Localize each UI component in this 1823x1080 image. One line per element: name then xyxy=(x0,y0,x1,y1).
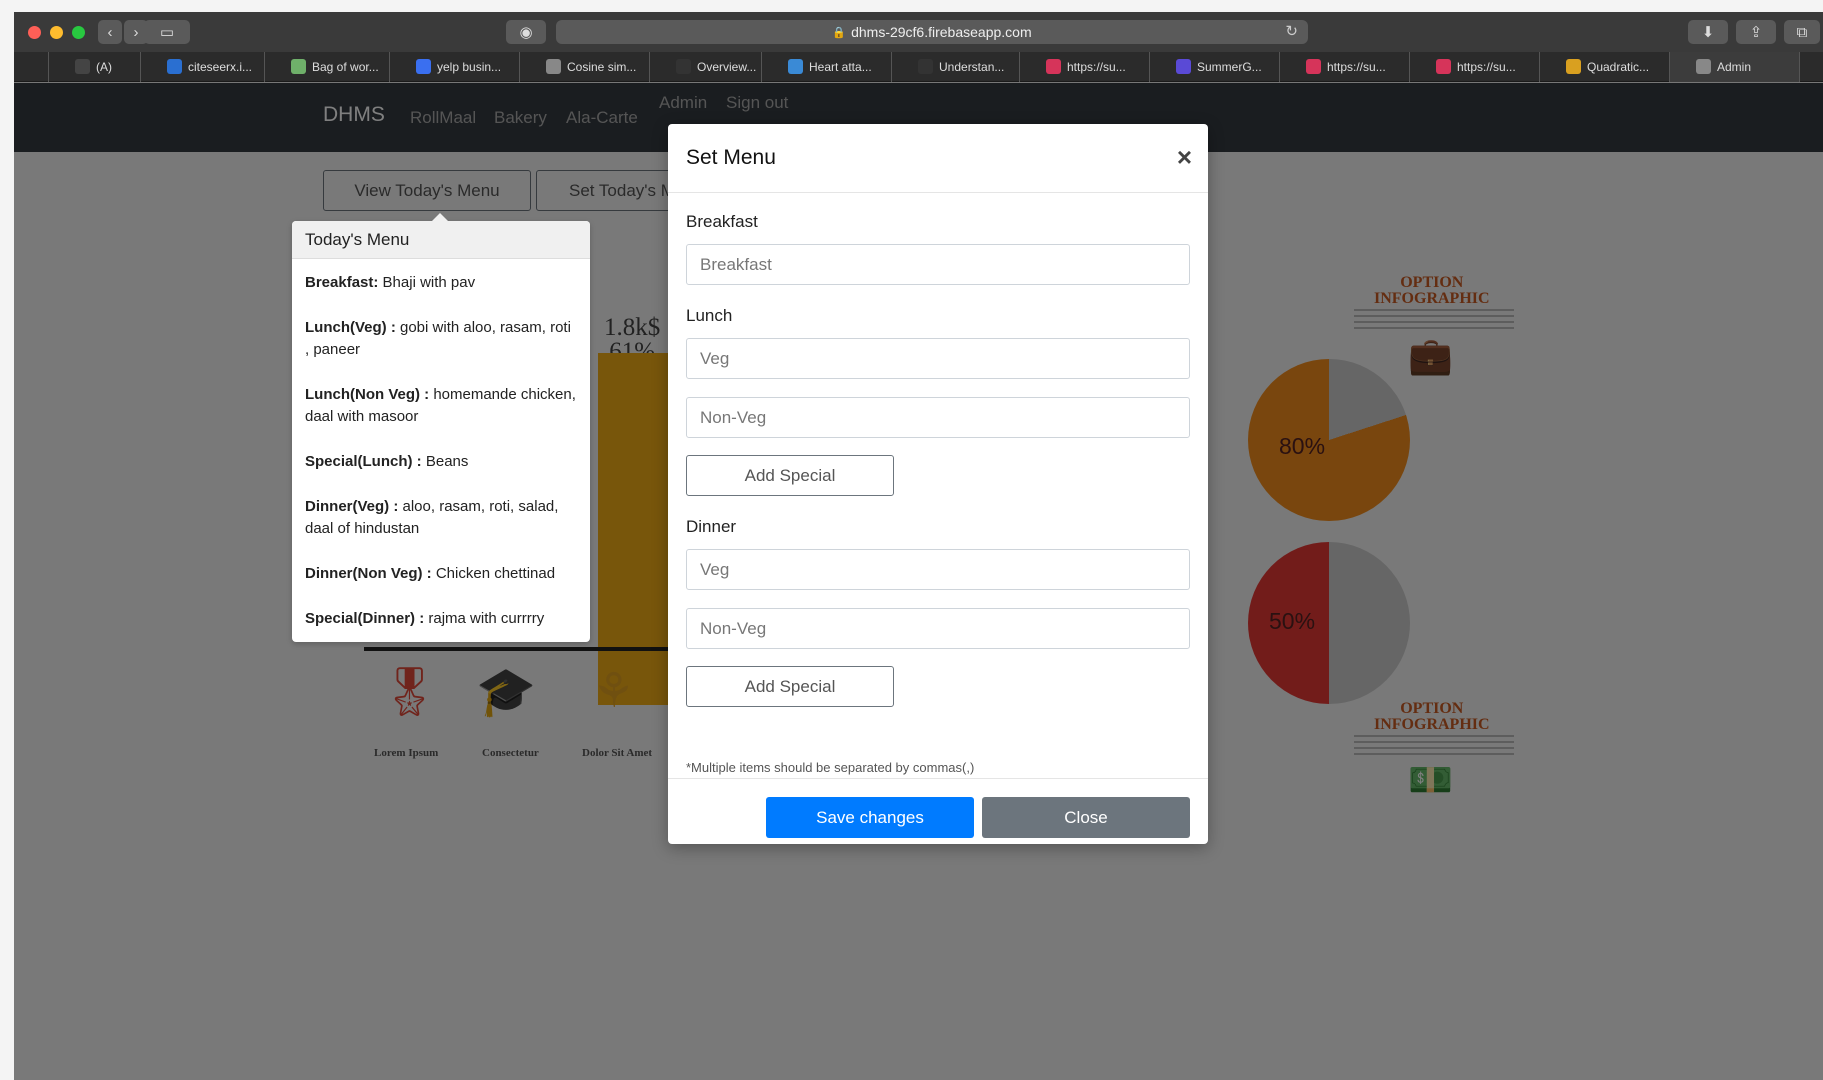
bookmark-favicon-icon xyxy=(1436,59,1451,74)
bookmark-favicon-icon xyxy=(676,59,691,74)
menu-item-dinner-non-veg: Dinner(Non Veg) : Chicken chettinad xyxy=(305,565,556,582)
menu-item-special-dinner: Special(Dinner) : rajma with currrry xyxy=(305,610,545,627)
sidebar-toggle-icon[interactable]: ▭ xyxy=(144,20,190,44)
bookmark-label: yelp busin... xyxy=(437,59,502,74)
save-changes-button[interactable]: Save changes xyxy=(766,797,974,838)
bookmark-label: Quadratic... xyxy=(1587,59,1650,74)
bookmark-item[interactable]: (A) xyxy=(49,51,141,82)
zoom-window-icon[interactable] xyxy=(72,26,85,39)
share-icon[interactable]: ⇪ xyxy=(1736,20,1776,44)
lock-icon: 🔒 xyxy=(832,26,847,39)
bookmark-favicon-icon xyxy=(1176,59,1191,74)
close-window-icon[interactable] xyxy=(28,26,41,39)
bookmark-item[interactable]: SummerG... xyxy=(1150,51,1280,82)
modal-header: Set Menu × xyxy=(668,124,1208,193)
bookmarks-bar: (A) citeseerx.i... Bag of wor... yelp busin… xyxy=(14,51,1823,82)
browser-titlebar: ‹ › ▭ ◉ 🔒 dhms-29cf6.firebaseapp.com ↻ ⬇… xyxy=(14,12,1823,52)
set-menu-modal: Set Menu × Breakfast Lunch Add Special D… xyxy=(668,124,1208,844)
reload-icon[interactable]: ↻ xyxy=(1285,22,1298,40)
bookmark-favicon-icon xyxy=(546,59,561,74)
downloads-icon[interactable]: ⬇ xyxy=(1688,20,1728,44)
menu-item-breakfast: Breakfast: Bhaji with pav xyxy=(305,274,476,291)
menu-item-lunch-veg: Lunch(Veg) : gobi with aloo, rasam, roti… xyxy=(305,319,571,358)
bookmark-label: Heart atta... xyxy=(809,59,872,74)
bookmark-item[interactable]: Bag of wor... xyxy=(265,51,390,82)
breakfast-input[interactable] xyxy=(686,244,1190,285)
todays-menu-popover: Today's Menu Breakfast: Bhaji with pav L… xyxy=(292,213,590,642)
bookmark-label: (A) xyxy=(96,59,112,74)
bookmark-item[interactable]: https://su... xyxy=(1410,51,1540,82)
bookmark-label: Cosine sim... xyxy=(567,59,637,74)
bookmark-label: https://su... xyxy=(1457,59,1516,74)
bookmark-item[interactable]: Quadratic... xyxy=(1540,51,1670,82)
bookmark-label: Understan... xyxy=(939,59,1005,74)
add-special-lunch-button[interactable]: Add Special xyxy=(686,455,894,496)
bookmark-label: Admin xyxy=(1717,59,1752,74)
minimize-window-icon[interactable] xyxy=(50,26,63,39)
bookmark-label: https://su... xyxy=(1067,59,1126,74)
modal-title: Set Menu xyxy=(686,146,776,169)
bookmark-item[interactable]: https://su... xyxy=(1020,51,1150,82)
bookmark-favicon-icon xyxy=(1306,59,1321,74)
popover-body: Breakfast: Bhaji with pav Lunch(Veg) : g… xyxy=(292,259,590,630)
lunch-label: Lunch xyxy=(686,306,733,325)
modal-footer: Save changes Close xyxy=(668,778,1208,844)
address-bar[interactable]: 🔒 dhms-29cf6.firebaseapp.com ↻ xyxy=(556,20,1308,44)
lunch-veg-input[interactable] xyxy=(686,338,1190,379)
separator-note: *Multiple items should be separated by c… xyxy=(686,760,975,775)
bookmark-label: citeseerx.i... xyxy=(188,59,253,74)
bookmark-item[interactable]: https://su... xyxy=(1280,51,1410,82)
bookmark-favicon-icon xyxy=(167,59,182,74)
bookmark-item[interactable]: yelp busin... xyxy=(390,51,520,82)
extension-icon[interactable]: ◉ xyxy=(506,20,546,44)
bookmark-label: Bag of wor... xyxy=(312,59,379,74)
browser-window: ‹ › ▭ ◉ 🔒 dhms-29cf6.firebaseapp.com ↻ ⬇… xyxy=(14,12,1823,1080)
bookmark-item[interactable]: Cosine sim... xyxy=(520,51,650,82)
dinner-veg-input[interactable] xyxy=(686,549,1190,590)
menu-item-special-lunch: Special(Lunch) : Beans xyxy=(305,453,469,470)
tabs-overview-icon[interactable]: ⧉ xyxy=(1784,20,1820,44)
bookmark-item[interactable]: Overview... xyxy=(650,51,762,82)
menu-item-lunch-non-veg: Lunch(Non Veg) : homemande chicken, daal… xyxy=(305,386,576,425)
bookmark-favicon-icon xyxy=(1046,59,1061,74)
dinner-label: Dinner xyxy=(686,517,737,536)
bookmark-favicon-icon xyxy=(291,59,306,74)
bookmark-item[interactable]: citeseerx.i... xyxy=(141,51,265,82)
bookmark-item[interactable]: Understan... xyxy=(892,51,1020,82)
dinner-non-veg-input[interactable] xyxy=(686,608,1190,649)
bookmark-favicon-icon xyxy=(1566,59,1581,74)
bookmark-favicon-icon xyxy=(75,59,90,74)
bookmark-label: Overview... xyxy=(697,59,757,74)
bookmark-favicon-icon xyxy=(1696,59,1711,74)
bookmark-item[interactable] xyxy=(14,51,49,82)
breakfast-label: Breakfast xyxy=(686,212,758,231)
bookmark-favicon-icon xyxy=(788,59,803,74)
add-special-dinner-button[interactable]: Add Special xyxy=(686,666,894,707)
close-button[interactable]: Close xyxy=(982,797,1190,838)
bookmark-item[interactable]: Admin xyxy=(1670,51,1800,82)
popover-title: Today's Menu xyxy=(292,221,590,259)
page: DHMS RollMaal Bakery Ala-Carte Admin Sig… xyxy=(14,83,1823,1080)
close-icon[interactable]: × xyxy=(1177,142,1192,173)
lunch-non-veg-input[interactable] xyxy=(686,397,1190,438)
bookmark-favicon-icon xyxy=(918,59,933,74)
bookmark-favicon-icon xyxy=(416,59,431,74)
url-text: dhms-29cf6.firebaseapp.com xyxy=(851,24,1032,40)
menu-item-dinner-veg: Dinner(Veg) : aloo, rasam, roti, salad, … xyxy=(305,498,559,537)
bookmark-label: https://su... xyxy=(1327,59,1386,74)
bookmark-label: SummerG... xyxy=(1197,59,1262,74)
back-icon[interactable]: ‹ xyxy=(98,20,122,44)
bookmark-item[interactable]: Heart atta... xyxy=(762,51,892,82)
